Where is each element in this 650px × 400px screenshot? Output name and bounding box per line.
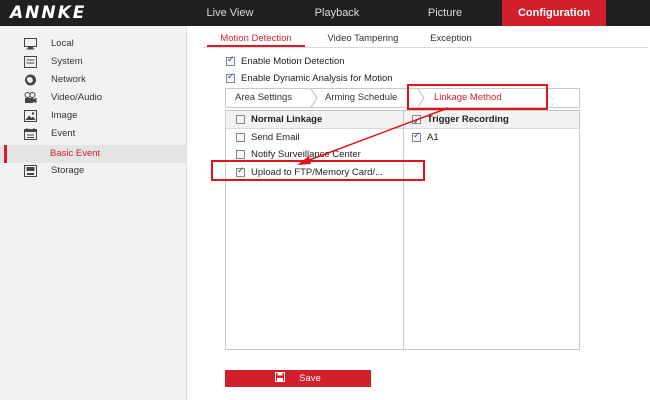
tab-motion-detection[interactable]: Motion Detection (207, 31, 305, 47)
sidebar-item-basic-event[interactable]: Basic Event (0, 145, 187, 163)
nav-playback[interactable]: Playback (297, 0, 377, 26)
column-divider (403, 111, 404, 349)
list-item-send-email[interactable]: Send Email (236, 132, 300, 143)
enable-motion-checkbox[interactable] (226, 55, 235, 66)
save-button[interactable]: Save (225, 370, 371, 387)
nav-configuration[interactable]: Configuration (502, 0, 606, 26)
brand-logo: ANNKE (10, 3, 87, 23)
sidebar-item-event[interactable]: Event (0, 125, 187, 143)
sidebar-item-label: System (51, 56, 83, 67)
sidebar-item-video-audio[interactable]: Video/Audio (0, 89, 187, 107)
subtab-arming-schedule[interactable]: Arming Schedule (325, 89, 397, 107)
system-icon (24, 56, 37, 68)
tab-video-tampering[interactable]: Video Tampering (315, 31, 411, 47)
annotation-highlight-upload-ftp (211, 160, 425, 181)
enable-motion-detection[interactable]: Enable Motion Detection (226, 55, 345, 67)
sidebar-item-label: Video/Audio (51, 92, 103, 103)
list-item-notify-center[interactable]: Notify Surveillance Center (236, 149, 361, 160)
globe-icon (25, 74, 36, 86)
notify-center-label: Notify Surveillance Center (251, 149, 361, 160)
sidebar-item-label: Event (51, 128, 76, 139)
tab-exception[interactable]: Exception (420, 31, 482, 47)
normal-linkage-label: Normal Linkage (251, 114, 323, 125)
enable-dynamic-label: Enable Dynamic Analysis for Motion (241, 73, 393, 84)
a1-label: A1 (427, 132, 439, 143)
sidebar-item-local[interactable]: Local (0, 35, 187, 53)
calendar-icon (24, 128, 37, 140)
annotation-highlight-linkage-tab (407, 84, 548, 110)
sidebar-item-label: Basic Event (50, 148, 101, 159)
chevron-right-icon (310, 89, 318, 107)
linkage-table: Normal Linkage Trigger Recording Send Em… (225, 110, 580, 350)
save-label: Save (299, 373, 321, 384)
enable-dynamic-checkbox[interactable] (226, 72, 235, 83)
subtab-area-settings[interactable]: Area Settings (235, 89, 292, 107)
monitor-icon (24, 38, 37, 50)
nav-picture[interactable]: Picture (405, 0, 485, 26)
a1-checkbox[interactable] (412, 131, 421, 142)
normal-linkage-header[interactable]: Normal Linkage (226, 111, 403, 129)
sidebar-item-label: Network (51, 74, 86, 85)
top-navigation-bar: ANNKE Live View Playback Picture Configu… (0, 0, 650, 26)
save-disk-icon (275, 372, 286, 382)
video-icon (24, 92, 37, 103)
normal-linkage-checkbox[interactable] (236, 114, 245, 124)
nav-live-view[interactable]: Live View (190, 0, 270, 26)
sidebar-item-label: Local (51, 38, 74, 49)
notify-center-checkbox[interactable] (236, 149, 245, 159)
sidebar-item-system[interactable]: System (0, 53, 187, 71)
send-email-checkbox[interactable] (236, 132, 245, 142)
trigger-recording-label: Trigger Recording (427, 114, 509, 125)
storage-icon (24, 165, 37, 177)
tab-divider (203, 47, 648, 48)
sidebar-item-label: Image (51, 110, 78, 121)
enable-dynamic-analysis[interactable]: Enable Dynamic Analysis for Motion (226, 72, 393, 84)
image-icon (24, 110, 37, 122)
list-item-a1[interactable]: A1 (412, 131, 439, 143)
sidebar-item-network[interactable]: Network (0, 71, 187, 89)
sidebar-item-storage[interactable]: Storage (0, 162, 187, 180)
trigger-recording-checkbox[interactable] (412, 113, 421, 131)
send-email-label: Send Email (251, 132, 300, 143)
sidebar-item-label: Storage (51, 165, 85, 176)
sidebar-item-image[interactable]: Image (0, 107, 187, 125)
trigger-recording-header[interactable]: Trigger Recording (404, 111, 579, 131)
enable-motion-label: Enable Motion Detection (241, 56, 345, 67)
